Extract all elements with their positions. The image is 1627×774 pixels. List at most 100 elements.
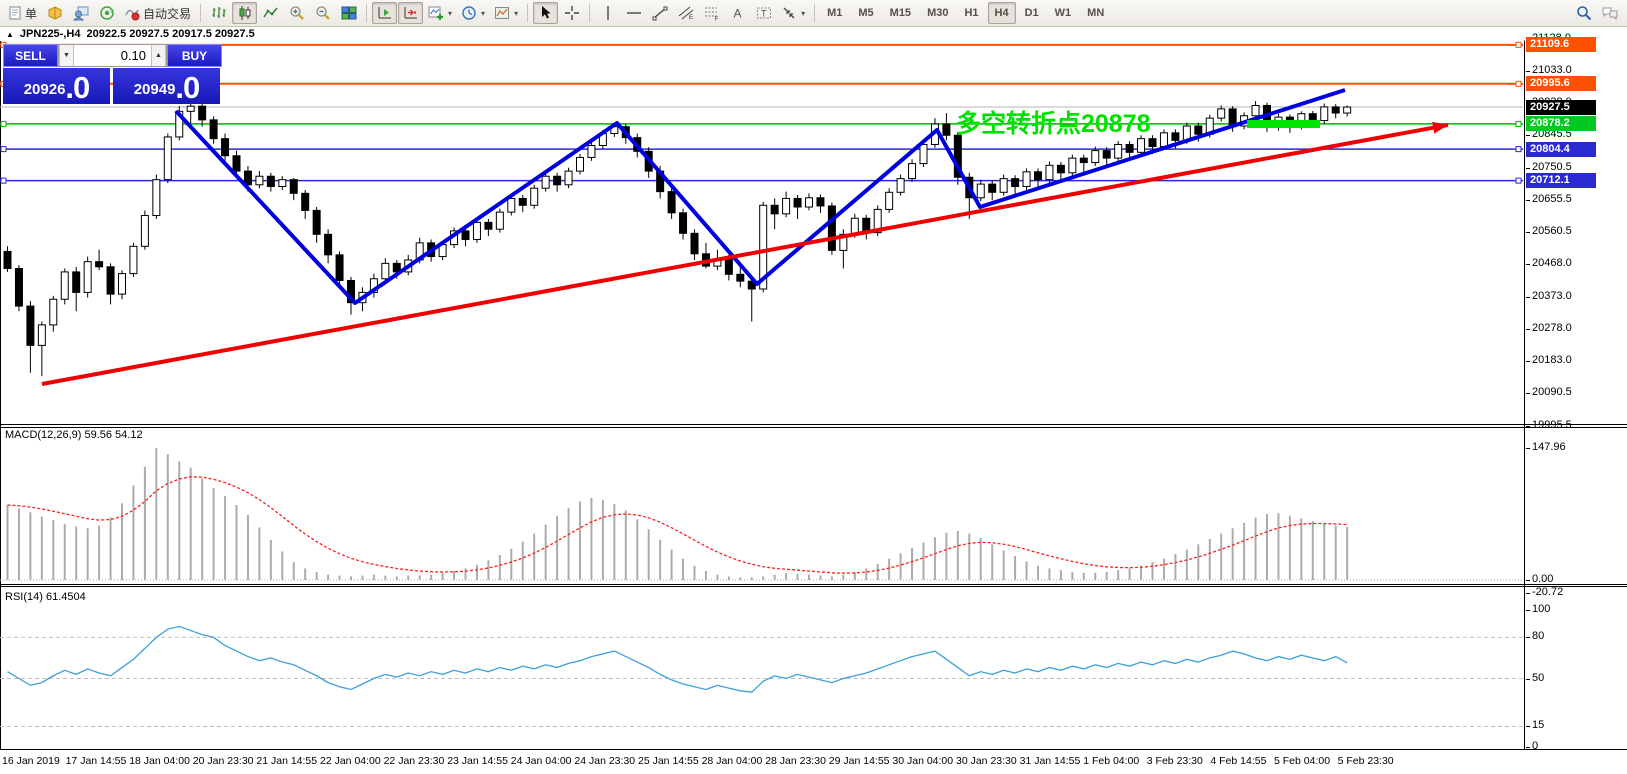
horizontal-line-icon [626, 5, 642, 21]
svg-text:A: A [733, 7, 741, 21]
auto-trading-label: 自动交易 [143, 5, 191, 22]
timeframe-w1[interactable]: W1 [1048, 2, 1079, 24]
crosshair-button[interactable] [559, 2, 584, 24]
accounts-icon [73, 5, 89, 21]
chart-symbol-period: JPN225-,H4 [20, 28, 81, 40]
equidistant-channel-button[interactable]: E [673, 2, 698, 24]
new-order-button[interactable]: 单 [4, 2, 41, 24]
zoom-out-icon [315, 5, 331, 21]
rsi-axis-label: 100 [1532, 603, 1550, 615]
periods-button[interactable]: ▾ [457, 2, 489, 24]
chart-title-bar: ▲ JPN225-,H4 20922.5 20927.5 20917.5 209… [0, 27, 1524, 41]
tile-windows-button[interactable] [336, 2, 361, 24]
trendline-button[interactable] [647, 2, 672, 24]
cursor-button[interactable] [533, 2, 558, 24]
candlestick-chart-button[interactable] [232, 2, 257, 24]
cursor-icon [538, 5, 554, 21]
volume-decrease-button[interactable]: ▼ [59, 45, 74, 66]
price-badge: 21109.6 [1526, 37, 1596, 52]
timeframe-m5[interactable]: M5 [851, 2, 880, 24]
buy-price-pips: .0 [175, 72, 199, 103]
date-label: 5 Feb 23:30 [1338, 755, 1394, 767]
buy-price-main: 20949 [134, 77, 176, 103]
timeframe-group: M1M5M15M30H1H4D1W1MN [820, 2, 1111, 24]
chevron-down-icon: ▾ [481, 9, 485, 18]
toolbar-separator [527, 4, 528, 22]
auto-trading-icon [124, 5, 140, 21]
auto-scroll-button[interactable] [372, 2, 397, 24]
svg-text:T: T [761, 9, 767, 19]
rsi-label: RSI(14) 61.4504 [5, 591, 86, 603]
clock-icon [461, 5, 477, 21]
sell-price-main: 20926 [24, 77, 66, 103]
fibonacci-button[interactable]: F [699, 2, 724, 24]
trendline-icon [652, 5, 668, 21]
date-label: 23 Jan 14:55 [447, 755, 508, 767]
vertical-line-button[interactable] [595, 2, 620, 24]
date-label: 21 Jan 14:55 [256, 755, 317, 767]
timeframe-h4[interactable]: H4 [988, 2, 1016, 24]
macd-axis-label: 147.96 [1532, 441, 1566, 453]
timeframe-m1[interactable]: M1 [820, 2, 849, 24]
macd-layer [0, 448, 1523, 580]
signals-button[interactable] [94, 2, 119, 24]
auto-scroll-icon [377, 5, 393, 21]
accounts-button[interactable] [68, 2, 93, 24]
indicators-button[interactable]: ▾ [424, 2, 456, 24]
red-trend-line [42, 125, 1448, 384]
price-axis[interactable]: 21128.021033.020938.020845.520750.520655… [1525, 27, 1627, 774]
date-axis[interactable]: 16 Jan 201917 Jan 14:5518 Jan 04:0020 Ja… [0, 750, 1627, 774]
chart-shift-button[interactable] [398, 2, 423, 24]
chat-button[interactable] [1597, 2, 1623, 24]
date-label: 22 Jan 23:30 [384, 755, 445, 767]
price-tick: 20373.0 [1532, 290, 1572, 302]
sell-price-box[interactable]: 20926 .0 [3, 68, 110, 104]
toolbar-separator [366, 4, 367, 22]
timeframe-d1[interactable]: D1 [1018, 2, 1046, 24]
rsi-line [8, 626, 1348, 692]
chevron-down-icon: ▾ [801, 9, 805, 18]
text-button[interactable]: A [725, 2, 750, 24]
svg-text:F: F [714, 17, 718, 22]
zoom-out-button[interactable] [310, 2, 335, 24]
rsi-axis-label: 15 [1532, 719, 1544, 731]
templates-button[interactable]: ▾ [490, 2, 522, 24]
fibonacci-icon: F [704, 5, 720, 21]
drawn-objects-layer[interactable]: 多空转折点20878 [42, 90, 1448, 384]
date-label: 28 Jan 04:00 [702, 755, 763, 767]
text-label-button[interactable]: T [751, 2, 776, 24]
sell-button[interactable]: SELL [3, 44, 58, 67]
buy-price-box[interactable]: 20949 .0 [113, 68, 220, 104]
chart-canvas: 多空转折点20878 [0, 0, 1627, 774]
zoom-in-icon [289, 5, 305, 21]
macd-axis-label: 0.00 [1532, 573, 1553, 585]
timeframe-mn[interactable]: MN [1080, 2, 1111, 24]
volume-increase-button[interactable]: ▲ [151, 45, 166, 66]
volume-field[interactable]: 0.10 [74, 45, 151, 66]
timeframe-m30[interactable]: M30 [920, 2, 955, 24]
toolbar-separator [589, 4, 590, 22]
pane-frame [0, 41, 1627, 751]
bar-chart-button[interactable] [206, 2, 231, 24]
price-badge: 20995.6 [1526, 76, 1596, 91]
date-label: 16 Jan 2019 [2, 755, 60, 767]
line-chart-button[interactable] [258, 2, 283, 24]
equidistant-channel-icon: E [678, 5, 694, 21]
timeframe-h1[interactable]: H1 [957, 2, 985, 24]
pivot-annotation-text: 多空转折点20878 [956, 109, 1151, 138]
zoom-in-button[interactable] [284, 2, 309, 24]
search-button[interactable] [1571, 2, 1596, 24]
chart-ohlc-values: 20922.5 20927.5 20917.5 20927.5 [86, 28, 254, 40]
new-order-icon [8, 6, 22, 20]
horizontal-lines-layer [0, 42, 1523, 183]
journal-button[interactable] [42, 2, 67, 24]
bar-chart-icon [211, 5, 227, 21]
buy-button[interactable]: BUY [167, 44, 222, 67]
auto-trading-button[interactable]: 自动交易 [120, 2, 195, 24]
journal-icon [47, 5, 63, 21]
price-tick: 19995.5 [1532, 419, 1572, 431]
arrows-button[interactable]: ▾ [777, 2, 809, 24]
timeframe-m15[interactable]: M15 [883, 2, 918, 24]
date-label: 30 Jan 23:30 [956, 755, 1017, 767]
horizontal-line-button[interactable] [621, 2, 646, 24]
